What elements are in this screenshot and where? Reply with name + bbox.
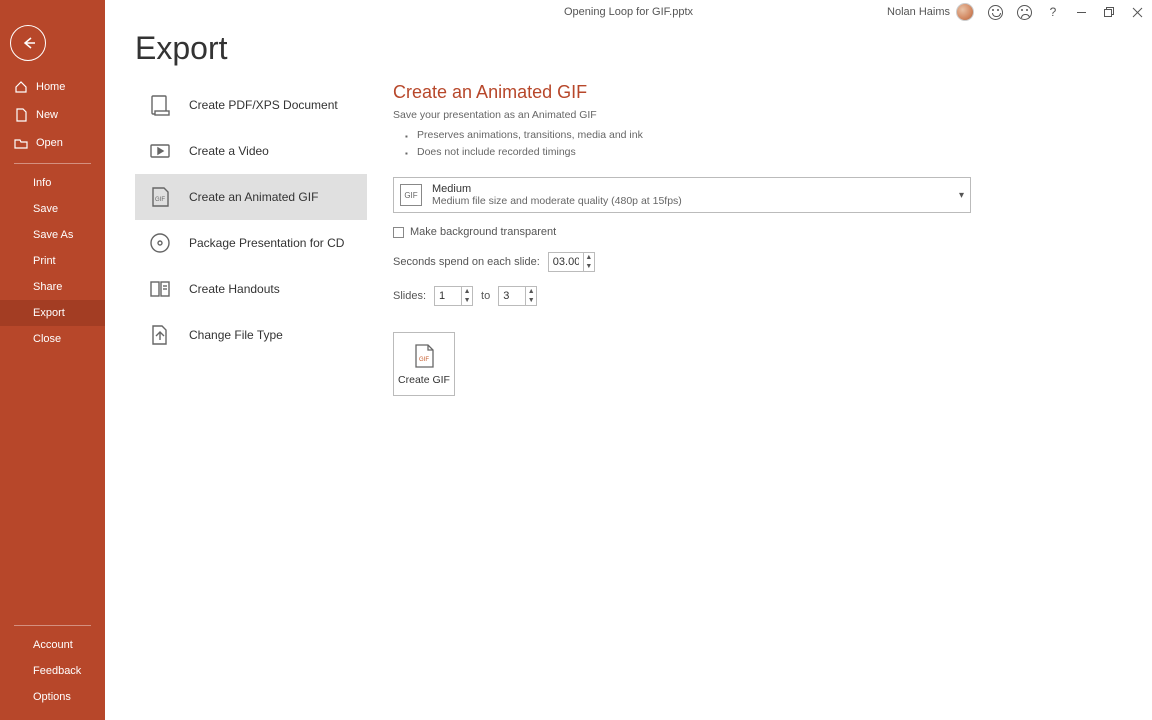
quality-dropdown-label: Medium	[432, 183, 682, 195]
nav-share-label: Share	[33, 281, 62, 293]
detail-bullet-2: Does not include recorded timings	[405, 144, 1122, 161]
slides-to-label: to	[481, 290, 490, 302]
export-option-cd[interactable]: Package Presentation for CD	[135, 220, 367, 266]
open-icon	[14, 136, 28, 150]
seconds-label: Seconds spend on each slide:	[393, 256, 540, 268]
create-gif-button-label: Create GIF	[398, 374, 450, 386]
nav-info[interactable]: Info	[0, 170, 105, 196]
change-filetype-icon	[147, 322, 173, 348]
export-option-filetype[interactable]: Change File Type	[135, 312, 367, 358]
export-option-video-label: Create a Video	[189, 144, 269, 158]
nav-feedback[interactable]: Feedback	[0, 658, 105, 684]
detail-heading: Create an Animated GIF	[393, 82, 1122, 103]
transparent-checkbox-label: Make background transparent	[410, 226, 556, 238]
nav-options[interactable]: Options	[0, 684, 105, 710]
export-option-cd-label: Package Presentation for CD	[189, 236, 344, 250]
nav-save-as-label: Save As	[33, 229, 73, 241]
nav-export-label: Export	[33, 307, 65, 319]
chevron-down-icon: ▾	[959, 190, 964, 201]
nav-open[interactable]: Open	[0, 129, 105, 157]
export-detail-pane: Create an Animated GIF Save your present…	[393, 82, 1122, 396]
slides-from-up-button[interactable]: ▲	[462, 287, 472, 296]
nav-options-label: Options	[33, 691, 71, 703]
document-title: Opening Loop for GIF.pptx	[564, 6, 693, 18]
backstage-sidebar: Home New Open Info Save Save As Print Sh…	[0, 0, 105, 720]
feedback-smile-icon[interactable]	[988, 5, 1003, 20]
user-account[interactable]: Nolan Haims	[887, 3, 974, 21]
nav-info-label: Info	[33, 177, 51, 189]
export-type-list: Create PDF/XPS Document Create a Video G…	[135, 82, 367, 358]
nav-open-label: Open	[36, 137, 63, 149]
nav-account-label: Account	[33, 639, 73, 651]
export-option-pdf-label: Create PDF/XPS Document	[189, 98, 338, 112]
minimize-button[interactable]	[1074, 5, 1088, 19]
slides-from-spinner[interactable]: ▲▼	[434, 286, 473, 306]
seconds-up-button[interactable]: ▲	[584, 253, 594, 262]
feedback-sad-icon[interactable]	[1017, 5, 1032, 20]
user-avatar	[956, 3, 974, 21]
slides-to-spinner[interactable]: ▲▼	[498, 286, 537, 306]
nav-feedback-label: Feedback	[33, 665, 81, 677]
pdf-icon	[147, 92, 173, 118]
nav-save-as[interactable]: Save As	[0, 222, 105, 248]
slides-to-up-button[interactable]: ▲	[526, 287, 536, 296]
nav-account[interactable]: Account	[0, 632, 105, 658]
help-button[interactable]: ?	[1046, 5, 1060, 19]
restore-button[interactable]	[1102, 5, 1116, 19]
seconds-down-button[interactable]: ▼	[584, 262, 594, 271]
slides-to-down-button[interactable]: ▼	[526, 296, 536, 305]
detail-subtitle: Save your presentation as an Animated GI…	[393, 109, 1122, 121]
svg-text:GIF: GIF	[419, 357, 429, 363]
seconds-spinner[interactable]: ▲▼	[548, 252, 595, 272]
title-bar: Opening Loop for GIF.pptx Nolan Haims ?	[105, 0, 1152, 24]
nav-export[interactable]: Export	[0, 300, 105, 326]
quality-dropdown[interactable]: GIF Medium Medium file size and moderate…	[393, 177, 971, 213]
nav-print[interactable]: Print	[0, 248, 105, 274]
user-name-label: Nolan Haims	[887, 6, 950, 18]
export-option-gif-label: Create an Animated GIF	[189, 190, 318, 204]
detail-bullet-1: Preserves animations, transitions, media…	[405, 127, 1122, 144]
home-icon	[14, 80, 28, 94]
video-icon	[147, 138, 173, 164]
export-option-handouts-label: Create Handouts	[189, 282, 280, 296]
nav-divider-upper	[14, 163, 91, 164]
nav-home-label: Home	[36, 81, 65, 93]
create-gif-button-icon: GIF	[411, 343, 437, 369]
create-gif-button[interactable]: GIF Create GIF	[393, 332, 455, 396]
cd-icon	[147, 230, 173, 256]
export-option-video[interactable]: Create a Video	[135, 128, 367, 174]
nav-share[interactable]: Share	[0, 274, 105, 300]
transparent-checkbox[interactable]	[393, 227, 404, 238]
nav-save-label: Save	[33, 203, 58, 215]
svg-text:GIF: GIF	[155, 197, 165, 203]
export-option-handouts[interactable]: Create Handouts	[135, 266, 367, 312]
nav-close-label: Close	[33, 333, 61, 345]
export-option-gif[interactable]: GIF Create an Animated GIF	[135, 174, 367, 220]
page-title: Export	[135, 30, 227, 67]
back-button[interactable]	[10, 25, 46, 61]
quality-preview-icon: GIF	[400, 184, 422, 206]
export-option-pdf[interactable]: Create PDF/XPS Document	[135, 82, 367, 128]
new-icon	[14, 108, 28, 122]
slides-from-down-button[interactable]: ▼	[462, 296, 472, 305]
nav-divider-lower	[14, 625, 91, 626]
slides-label: Slides:	[393, 290, 426, 302]
nav-close[interactable]: Close	[0, 326, 105, 352]
nav-new-label: New	[36, 109, 58, 121]
quality-dropdown-desc: Medium file size and moderate quality (4…	[432, 195, 682, 207]
nav-home[interactable]: Home	[0, 73, 105, 101]
handouts-icon	[147, 276, 173, 302]
close-window-button[interactable]	[1130, 5, 1144, 19]
nav-print-label: Print	[33, 255, 56, 267]
gif-icon: GIF	[147, 184, 173, 210]
slides-from-input[interactable]	[435, 288, 461, 304]
seconds-input[interactable]	[549, 254, 583, 270]
slides-to-input[interactable]	[499, 288, 525, 304]
export-option-filetype-label: Change File Type	[189, 328, 283, 342]
nav-new[interactable]: New	[0, 101, 105, 129]
nav-save[interactable]: Save	[0, 196, 105, 222]
